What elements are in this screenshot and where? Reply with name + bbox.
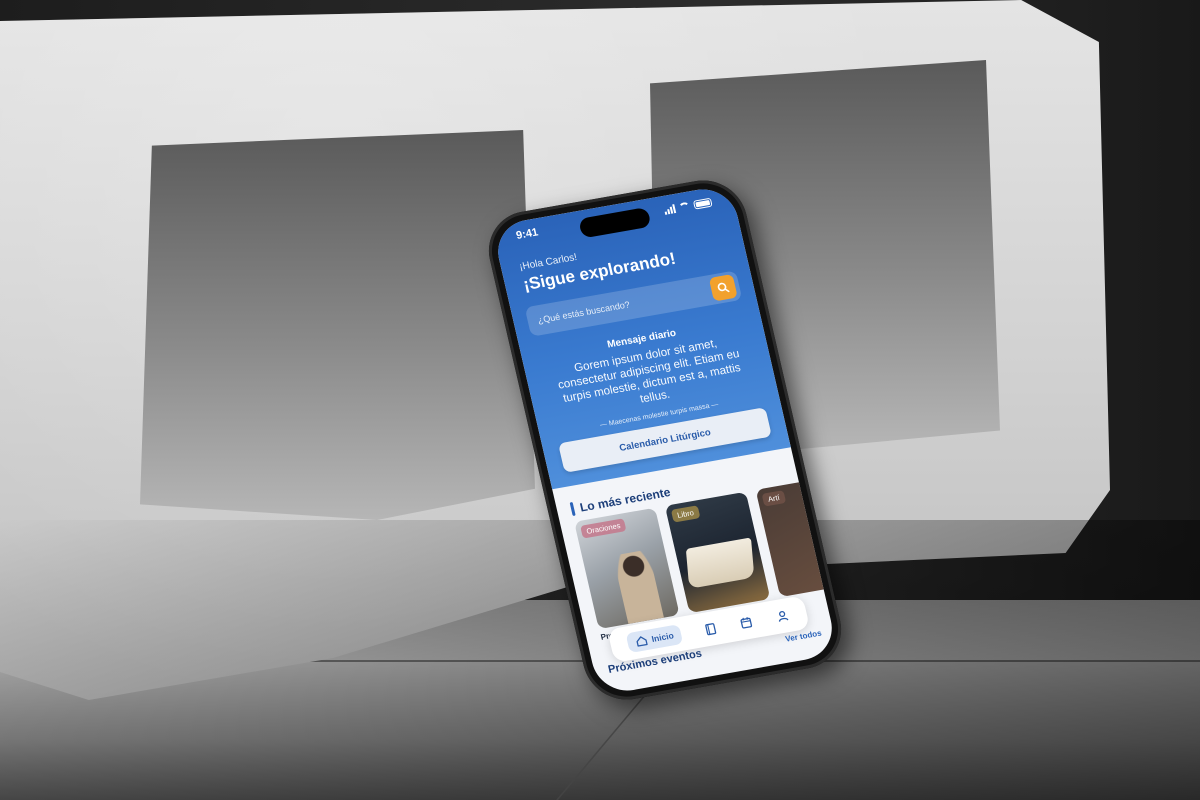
status-time: 9:41 (514, 226, 540, 242)
card-tag: Oraciones (580, 518, 627, 539)
card-image: Oraciones (574, 507, 680, 630)
book-figure (685, 537, 755, 589)
status-icons (663, 197, 713, 215)
tab-calendar[interactable] (738, 614, 755, 630)
wifi-icon (678, 201, 691, 212)
book-icon (704, 622, 717, 635)
tab-library[interactable] (702, 621, 719, 637)
search-button[interactable] (708, 273, 738, 302)
search-input[interactable] (536, 287, 697, 326)
signal-icon (663, 203, 677, 215)
tab-home[interactable]: Inicio (625, 624, 684, 653)
card-image: Libro (664, 491, 771, 614)
card-tag: Libro (670, 505, 701, 523)
cinder-block-hole-left (140, 130, 535, 520)
profile-icon (778, 611, 789, 622)
card-tag: Artí (761, 490, 786, 507)
section-accent-bar (569, 501, 576, 517)
hero-section: 9:41 ¡Hola Carlos! ¡Sigue explorando! ¿Q… (491, 184, 791, 490)
calendar-icon (740, 617, 753, 629)
tab-home-label: Inicio (650, 630, 675, 644)
tab-profile[interactable] (774, 608, 791, 624)
person-figure (612, 549, 664, 624)
home-icon (636, 636, 648, 647)
battery-icon (692, 197, 713, 210)
search-icon (717, 282, 730, 293)
